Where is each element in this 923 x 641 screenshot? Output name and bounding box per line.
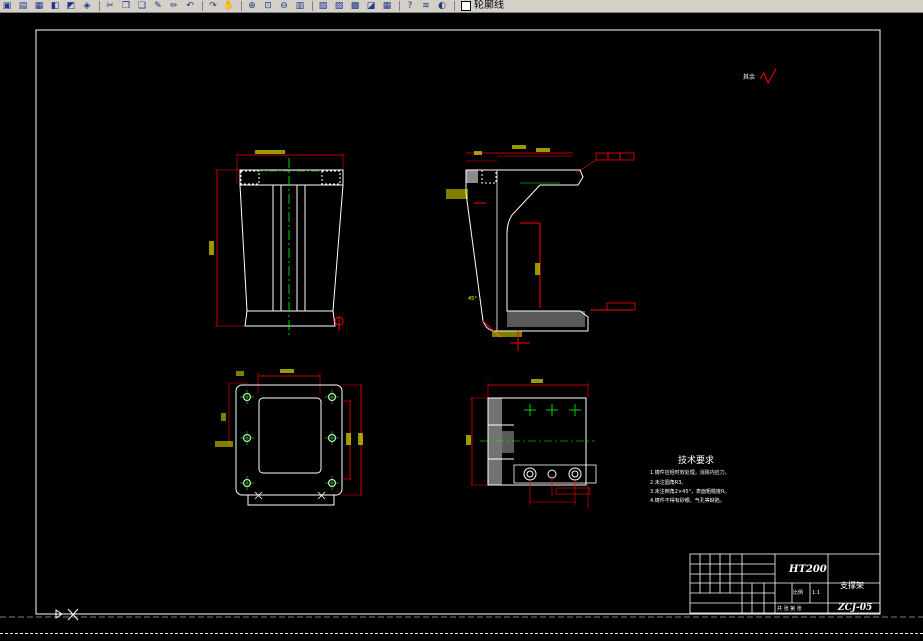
- toolbar-separator: [399, 1, 400, 11]
- open-icon[interactable]: ▣: [0, 0, 14, 12]
- drawing-canvas[interactable]: 其余 45° 技术要求 1.铸件应经时效处理，消除内应力。 2.未注圆角R3。 …: [0, 13, 923, 637]
- toolbar-separator: [454, 1, 455, 11]
- sheet-label: 共 张 第 张: [777, 605, 802, 612]
- pencil-icon[interactable]: ✏: [167, 0, 181, 12]
- toolbar-separator: [202, 1, 203, 11]
- zoom-realtime-icon[interactable]: ⊕: [245, 0, 259, 12]
- pan-icon[interactable]: ✋: [222, 0, 236, 12]
- calc-icon[interactable]: ▦: [380, 0, 394, 12]
- sheet-set-icon[interactable]: ▩: [348, 0, 362, 12]
- front-view: [209, 150, 344, 338]
- section-view: [466, 379, 597, 509]
- paste-icon[interactable]: ❏: [135, 0, 149, 12]
- design-center-icon[interactable]: ▧: [316, 0, 330, 12]
- top-view: [215, 369, 363, 506]
- roughness-note: 其余: [743, 73, 755, 81]
- copy-icon[interactable]: ❐: [119, 0, 133, 12]
- scale-label: 比例: [793, 589, 803, 596]
- zoom-window-icon[interactable]: ⊡: [261, 0, 275, 12]
- current-layer-name[interactable]: 轮廓线: [474, 0, 504, 12]
- toolbar-separator: [241, 1, 242, 11]
- drawing-frame: [35, 29, 881, 615]
- tech-item: 3.未注倒角2×45°，表面粗糙度R。: [650, 488, 729, 495]
- cad-drawing[interactable]: 其余 45° 技术要求 1.铸件应经时效处理，消除内应力。 2.未注圆角R3。 …: [0, 13, 923, 637]
- roughness-symbol: [759, 68, 777, 85]
- cut-icon[interactable]: ✂: [103, 0, 117, 12]
- 3d-icon[interactable]: ◈: [80, 0, 94, 12]
- layer-on-checkbox[interactable]: [461, 1, 471, 11]
- material-label: HT200: [788, 564, 827, 575]
- print-icon[interactable]: ▦: [32, 0, 46, 12]
- toolbar-buttons: ▣ ▤ ▦ ◧ ◩ ◈ ✂ ❐ ❏ ✎ ✏ ↶ ↷ ✋ ⊕ ⊡ ⊖ ▥ ▧ ▨ ▩ ◪ ▦? ≋ ◐: [0, 0, 451, 12]
- technical-requirements: 技术要求 1.铸件应经时效处理，消除内应力。 2.未注圆角R3。 3.未注倒角2…: [650, 454, 730, 504]
- plot-preview-icon[interactable]: ◧: [48, 0, 62, 12]
- properties-icon[interactable]: ▥: [293, 0, 307, 12]
- standard-toolbar: ▣ ▤ ▦ ◧ ◩ ◈ ✂ ❐ ❏ ✎ ✏ ↶ ↷ ✋ ⊕ ⊡ ⊖ ▥ ▧ ▨ ▩ ◪ ▦? ≋ ◐ 轮廓线: [0, 0, 923, 13]
- redo-icon[interactable]: ↷: [206, 0, 220, 12]
- svg-text:45°: 45°: [468, 296, 477, 302]
- save-icon[interactable]: ▤: [16, 0, 30, 12]
- match-prop-icon[interactable]: ✎: [151, 0, 165, 12]
- markup-icon[interactable]: ◪: [364, 0, 378, 12]
- help-icon[interactable]: ?: [403, 0, 417, 12]
- tech-title: 技术要求: [678, 454, 714, 466]
- scale-value: 1:1: [812, 590, 820, 596]
- layer-manager-icon[interactable]: ≋: [419, 0, 433, 12]
- tool-palette-icon[interactable]: ▨: [332, 0, 346, 12]
- status-strip: [0, 633, 923, 638]
- toolbar-separator: [312, 1, 313, 11]
- zoom-previous-icon[interactable]: ⊖: [277, 0, 291, 12]
- drawing-number: ZCJ-05: [837, 603, 872, 613]
- tech-item: 2.未注圆角R3。: [650, 479, 686, 486]
- side-view: 45°: [446, 145, 636, 351]
- layer-state-icon[interactable]: ◐: [435, 0, 449, 12]
- tech-item: 1.铸件应经时效处理，消除内应力。: [650, 469, 730, 476]
- tech-item: 4.铸件不得有砂眼、气孔等缺陷。: [650, 497, 725, 504]
- part-name: 支撑架: [840, 580, 864, 590]
- toolbar-separator: [99, 1, 100, 11]
- undo-icon[interactable]: ↶: [183, 0, 197, 12]
- publish-icon[interactable]: ◩: [64, 0, 78, 12]
